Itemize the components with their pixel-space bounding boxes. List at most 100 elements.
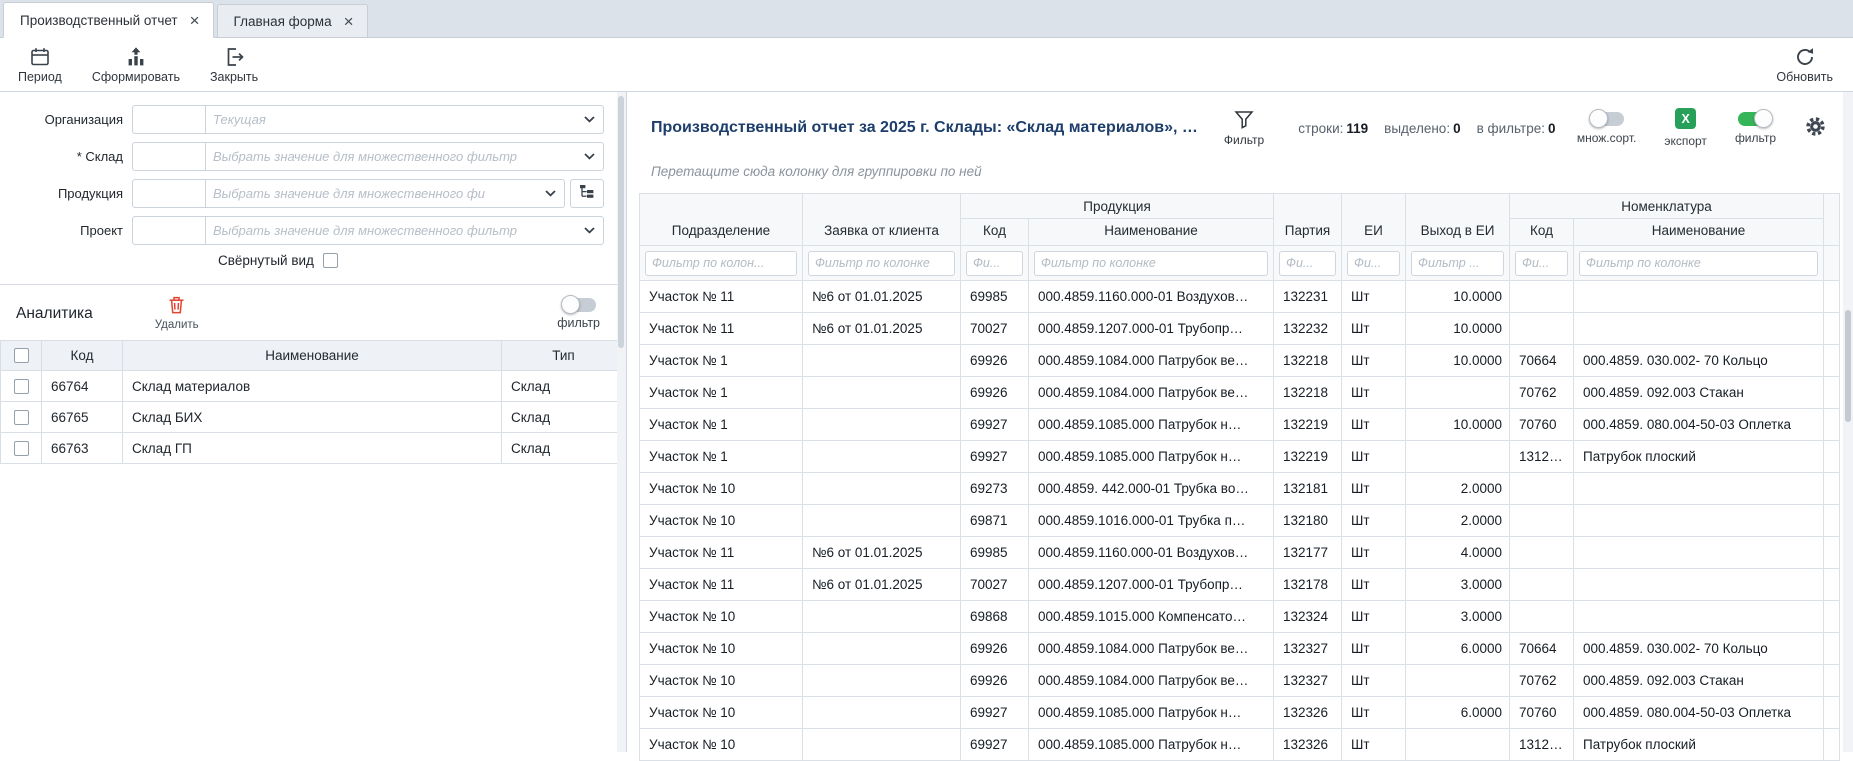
close-tab-icon[interactable]: × xyxy=(344,13,354,30)
column-filter-input[interactable] xyxy=(966,251,1023,276)
table-row[interactable]: Участок № 1069927000.4859.1085.000 Патру… xyxy=(640,697,1840,729)
table-row[interactable]: Участок № 1069273000.4859. 442.000-01 Тр… xyxy=(640,473,1840,505)
product-select[interactable] xyxy=(206,179,565,208)
collapsed-view-checkbox[interactable] xyxy=(323,253,338,268)
analytics-row[interactable]: 66765Склад БИХСклад xyxy=(1,402,626,433)
period-button[interactable]: Период xyxy=(18,46,62,84)
project-select[interactable] xyxy=(206,216,604,245)
analytics-col-name[interactable]: Наименование xyxy=(123,341,502,371)
column-filter-input[interactable] xyxy=(808,251,955,276)
cell: Участок № 10 xyxy=(640,601,803,633)
table-filter-toggle[interactable]: фильтр xyxy=(1735,112,1776,145)
column-filter-input[interactable] xyxy=(1515,251,1568,276)
filter-button[interactable]: Фильтр xyxy=(1224,110,1264,147)
column-filter-input[interactable] xyxy=(1579,251,1818,276)
column-header[interactable]: Выход в ЕИ xyxy=(1406,194,1510,246)
select-all-checkbox[interactable] xyxy=(14,348,29,363)
table-row[interactable]: Участок № 1069926000.4859.1084.000 Патру… xyxy=(640,665,1840,697)
cell: Патрубок плоский xyxy=(1574,441,1824,473)
settings-button[interactable] xyxy=(1804,115,1827,141)
toggle-on-icon[interactable] xyxy=(1738,112,1772,126)
analytics-filter-toggle[interactable]: фильтр xyxy=(557,298,600,330)
cell: 000.4859.1084.000 Патрубок ве… xyxy=(1029,665,1274,697)
toggle-off-icon[interactable] xyxy=(1590,112,1624,126)
project-code-input[interactable] xyxy=(132,216,206,245)
cell: 132232 xyxy=(1274,313,1342,345)
column-header[interactable]: Подразделение xyxy=(640,194,803,246)
column-header[interactable]: Наименование xyxy=(1029,219,1274,246)
scrollbar-thumb[interactable] xyxy=(618,96,624,348)
cell: №6 от 01.01.2025 xyxy=(803,537,961,569)
export-button[interactable]: X экспорт xyxy=(1664,108,1707,148)
warehouse-code-input[interactable] xyxy=(132,142,206,171)
group-by-drop-zone[interactable]: Перетащите сюда колонку для группировки … xyxy=(637,158,1829,193)
table-row[interactable]: Участок № 11№6 от 01.01.202570027000.485… xyxy=(640,569,1840,601)
multi-sort-toggle[interactable]: множ.сорт. xyxy=(1577,112,1637,145)
product-input[interactable] xyxy=(206,180,537,207)
cell: 69927 xyxy=(961,729,1029,761)
cell: 131203 xyxy=(1510,441,1574,473)
column-filter-input[interactable] xyxy=(1279,251,1336,276)
analytics-type-cell: Склад xyxy=(502,402,626,433)
table-row[interactable]: Участок № 1069871000.4859.1016.000-01 Тр… xyxy=(640,505,1840,537)
column-header[interactable]: Код xyxy=(1510,219,1574,246)
product-code-input[interactable] xyxy=(132,179,206,208)
organization-select[interactable] xyxy=(206,105,604,134)
organization-code-input[interactable] xyxy=(132,105,206,134)
cell: 000.4859.1084.000 Патрубок ве… xyxy=(1029,345,1274,377)
table-row[interactable]: Участок № 1069868000.4859.1015.000 Компе… xyxy=(640,601,1840,633)
cell: 132218 xyxy=(1274,345,1342,377)
left-panel-scrollbar[interactable] xyxy=(617,92,626,752)
column-header[interactable]: Наименование xyxy=(1574,219,1824,246)
row-checkbox[interactable] xyxy=(14,379,29,394)
cell: 000.4859. 080.004-50-03 Оплетка xyxy=(1574,409,1824,441)
column-header[interactable]: Код xyxy=(961,219,1029,246)
generate-button[interactable]: Сформировать xyxy=(92,46,180,84)
hierarchy-select-button[interactable] xyxy=(570,179,604,208)
analytics-col-type[interactable]: Тип xyxy=(502,341,626,371)
report-scrollbar[interactable] xyxy=(1843,92,1853,752)
cell xyxy=(1574,505,1824,537)
project-input[interactable] xyxy=(206,217,576,244)
warehouse-input[interactable] xyxy=(206,143,576,170)
chevron-down-icon[interactable] xyxy=(576,227,603,234)
table-row[interactable]: Участок № 169927000.4859.1085.000 Патруб… xyxy=(640,409,1840,441)
column-header[interactable]: ЕИ xyxy=(1342,194,1406,246)
delete-button[interactable]: Удалить xyxy=(155,296,199,331)
chevron-down-icon[interactable] xyxy=(576,153,603,160)
table-row[interactable]: Участок № 1069927000.4859.1085.000 Патру… xyxy=(640,729,1840,761)
row-checkbox[interactable] xyxy=(14,410,29,425)
column-header[interactable]: Заявка от клиента xyxy=(803,194,961,246)
table-row[interactable]: Участок № 11№6 от 01.01.202570027000.485… xyxy=(640,313,1840,345)
column-filter-input[interactable] xyxy=(645,251,797,276)
cell xyxy=(1510,601,1574,633)
column-header[interactable]: Партия xyxy=(1274,194,1342,246)
close-button[interactable]: Закрыть xyxy=(210,46,258,84)
table-row[interactable]: Участок № 11№6 от 01.01.202569985000.485… xyxy=(640,281,1840,313)
column-filter-input[interactable] xyxy=(1034,251,1268,276)
row-checkbox[interactable] xyxy=(14,441,29,456)
chevron-down-icon[interactable] xyxy=(576,116,603,123)
chevron-down-icon[interactable] xyxy=(537,190,564,197)
analytics-col-code[interactable]: Код xyxy=(42,341,123,371)
report-header: Производственный отчет за 2025 г. Склады… xyxy=(637,92,1829,158)
table-row[interactable]: Участок № 169926000.4859.1084.000 Патруб… xyxy=(640,377,1840,409)
toggle-off-icon[interactable] xyxy=(562,298,596,312)
table-row[interactable]: Участок № 169927000.4859.1085.000 Патруб… xyxy=(640,441,1840,473)
tab-production-report[interactable]: Производственный отчет × xyxy=(3,2,214,38)
table-row[interactable]: Участок № 169926000.4859.1084.000 Патруб… xyxy=(640,345,1840,377)
spacer-cell xyxy=(1824,633,1840,665)
column-filter-input[interactable] xyxy=(1411,251,1504,276)
close-tab-icon[interactable]: × xyxy=(190,12,200,29)
analytics-row[interactable]: 66764Склад материаловСклад xyxy=(1,371,626,402)
scrollbar-thumb[interactable] xyxy=(1845,310,1851,422)
organization-input[interactable] xyxy=(206,106,576,133)
table-row[interactable]: Участок № 11№6 от 01.01.202569985000.485… xyxy=(640,537,1840,569)
warehouse-select[interactable] xyxy=(206,142,604,171)
table-row[interactable]: Участок № 1069926000.4859.1084.000 Патру… xyxy=(640,633,1840,665)
column-filter-input[interactable] xyxy=(1347,251,1400,276)
refresh-button[interactable]: Обновить xyxy=(1776,46,1833,84)
cell: 132326 xyxy=(1274,697,1342,729)
analytics-row[interactable]: 66763Склад ГПСклад xyxy=(1,433,626,464)
tab-main-form[interactable]: Главная форма × xyxy=(217,4,368,37)
